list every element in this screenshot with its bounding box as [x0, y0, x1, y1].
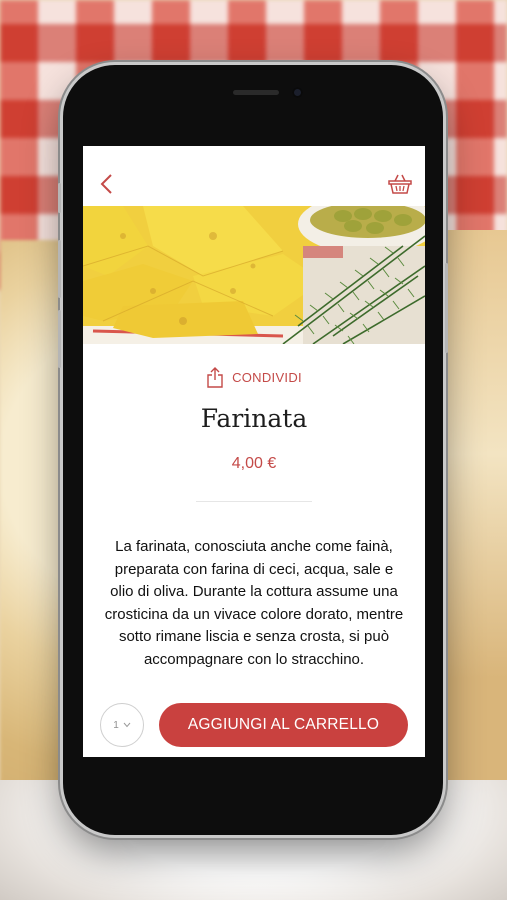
quantity-value: 1 [113, 719, 119, 731]
app-screen: CONDIVIDI Farinata 4,00 € La farinata, c… [83, 146, 425, 757]
quantity-selector[interactable]: 1 [100, 703, 144, 747]
product-title: Farinata [200, 404, 308, 433]
basket-icon [388, 174, 412, 194]
chevron-left-icon [100, 174, 112, 194]
volume-down-button [58, 310, 61, 368]
farinata-photo [83, 206, 425, 344]
share-label: CONDIVIDI [232, 369, 302, 385]
add-to-cart-button[interactable]: AGGIUNGI AL CARRELLO [159, 703, 408, 747]
top-bar [83, 146, 425, 206]
product-description: La farinata, conosciuta anche come fainà… [104, 538, 404, 668]
product-price: 4,00 € [231, 455, 277, 472]
share-icon [206, 366, 224, 391]
back-button[interactable] [97, 172, 121, 196]
front-camera [292, 87, 303, 98]
divider [196, 501, 312, 502]
power-button [445, 263, 448, 353]
phone-frame: CONDIVIDI Farinata 4,00 € La farinata, c… [58, 65, 448, 835]
cart-button[interactable] [388, 173, 412, 195]
product-image [83, 206, 425, 344]
volume-up-button [58, 240, 61, 298]
mute-switch [58, 183, 61, 213]
earpiece-speaker [233, 90, 279, 95]
chevron-down-icon [123, 722, 131, 728]
share-button[interactable]: CONDIVIDI [83, 366, 425, 391]
